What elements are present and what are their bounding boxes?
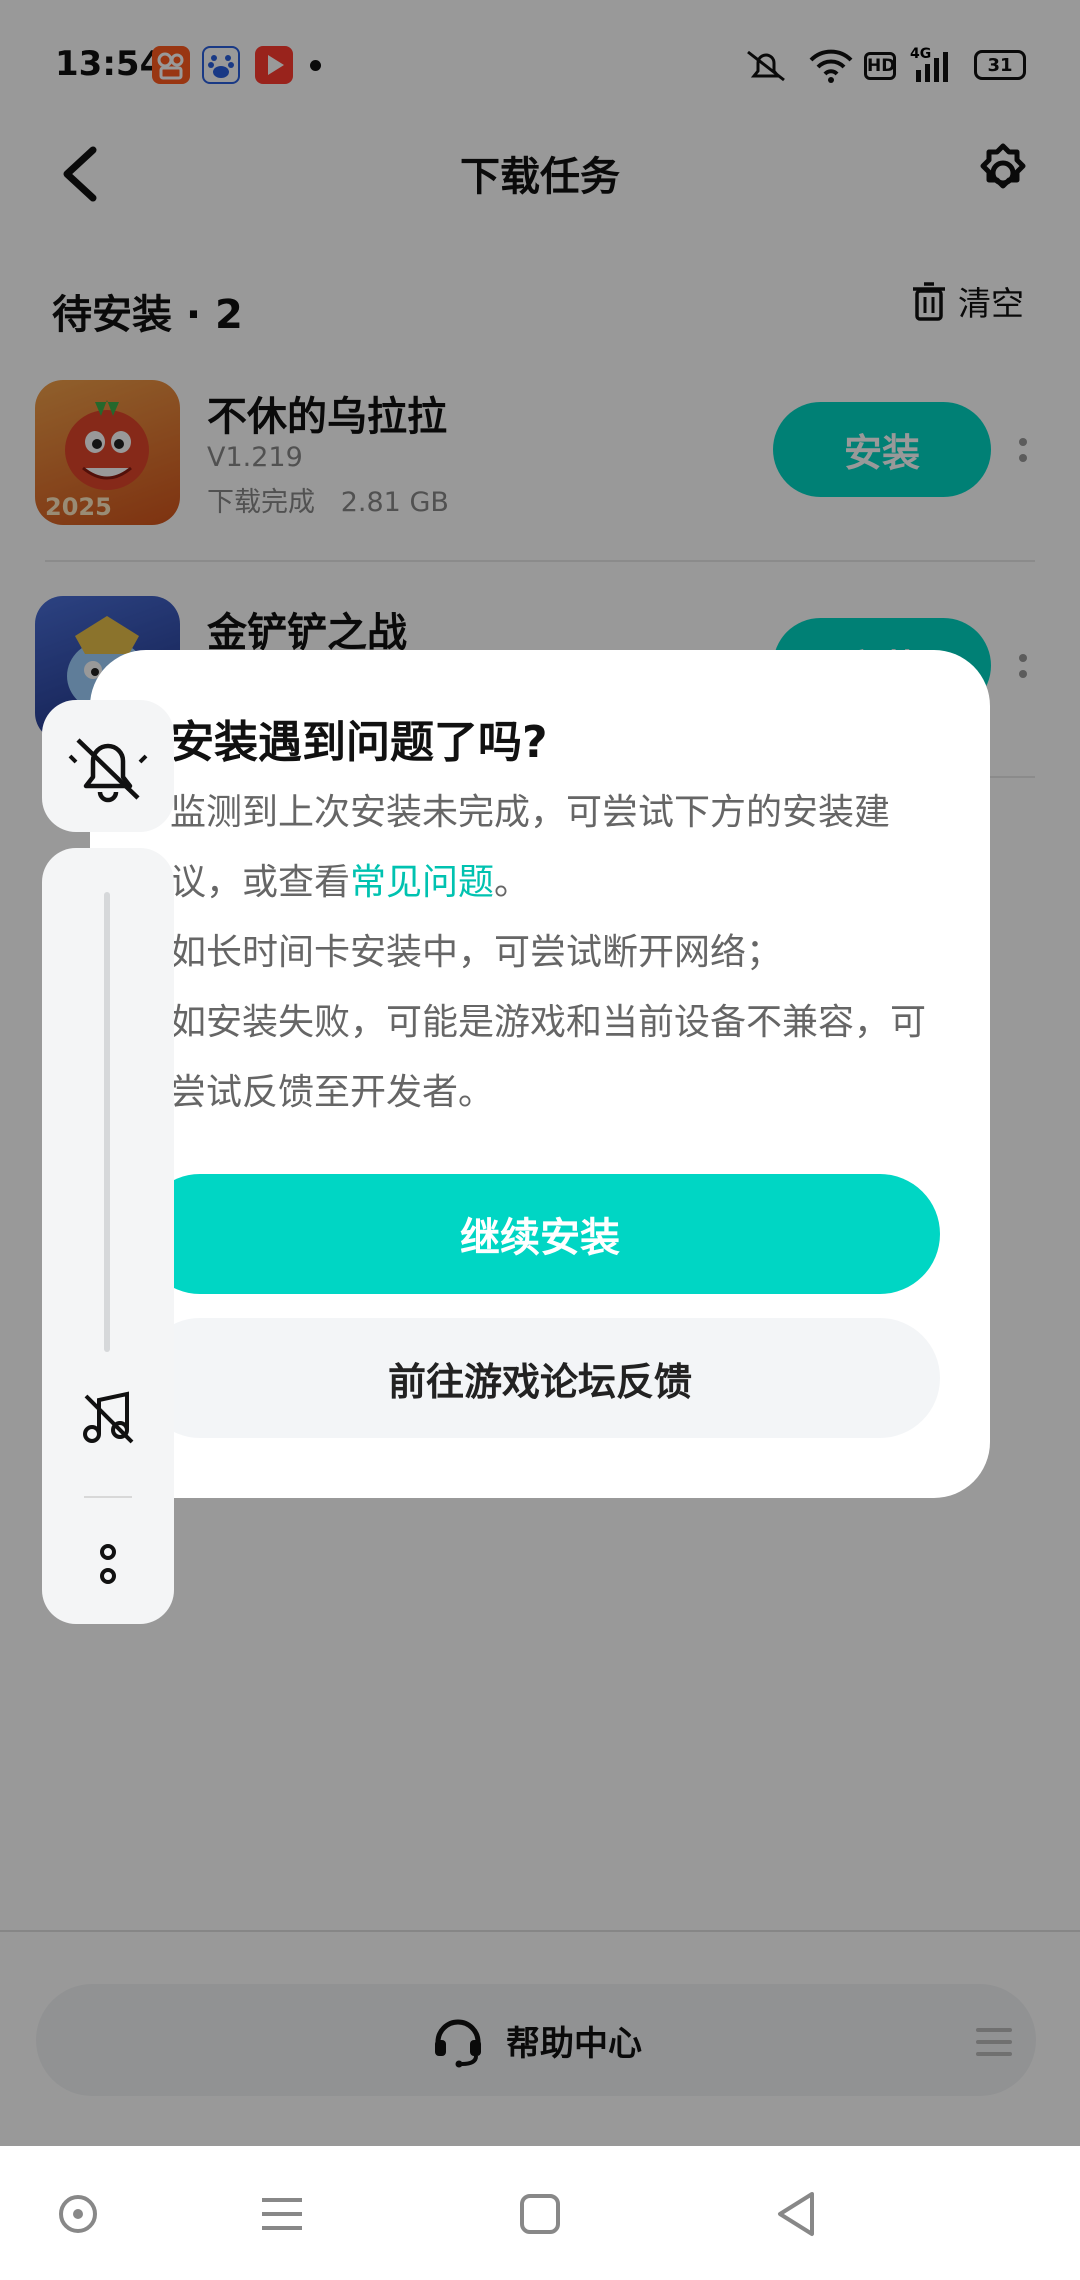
more-options-icon[interactable] xyxy=(92,1540,124,1592)
triangle-back-icon xyxy=(778,2192,814,2236)
back-nav-button[interactable] xyxy=(766,2184,826,2244)
dialog-body-end: 。 xyxy=(494,862,531,903)
divider xyxy=(84,1496,132,1498)
bell-off-icon xyxy=(68,738,148,803)
home-square-icon xyxy=(520,2194,560,2234)
dialog-title: 安装遇到问题了吗? xyxy=(170,717,548,768)
dialog-body: 监测到上次安装未完成，可尝试下方的安装建议，或查看常见问题。 如长时间卡安装中，… xyxy=(170,778,940,1128)
home-button[interactable] xyxy=(510,2184,570,2244)
menu-icon xyxy=(262,2198,302,2230)
dialog-tip-network: 如长时间卡安装中，可尝试断开网络； xyxy=(170,932,783,973)
forum-feedback-button[interactable]: 前往游戏论坛反馈 xyxy=(140,1318,940,1438)
recents-button[interactable] xyxy=(252,2184,312,2244)
faq-link[interactable]: 常见问题 xyxy=(350,862,494,903)
volume-panel xyxy=(42,848,174,1624)
music-off-icon[interactable] xyxy=(78,1388,138,1452)
system-nav-bar xyxy=(0,2146,1080,2280)
install-problem-dialog: 安装遇到问题了吗? 监测到上次安装未完成，可尝试下方的安装建议，或查看常见问题。… xyxy=(90,650,990,1498)
assistant-icon xyxy=(59,2195,97,2233)
dialog-tip-incompatible: 如安装失败，可能是游戏和当前设备不兼容，可尝试反馈至开发者。 xyxy=(170,1002,927,1113)
volume-slider[interactable] xyxy=(104,892,110,1352)
continue-install-button[interactable]: 继续安装 xyxy=(140,1174,940,1294)
assistant-button[interactable] xyxy=(48,2184,108,2244)
ringer-mode-button[interactable] xyxy=(42,700,174,832)
